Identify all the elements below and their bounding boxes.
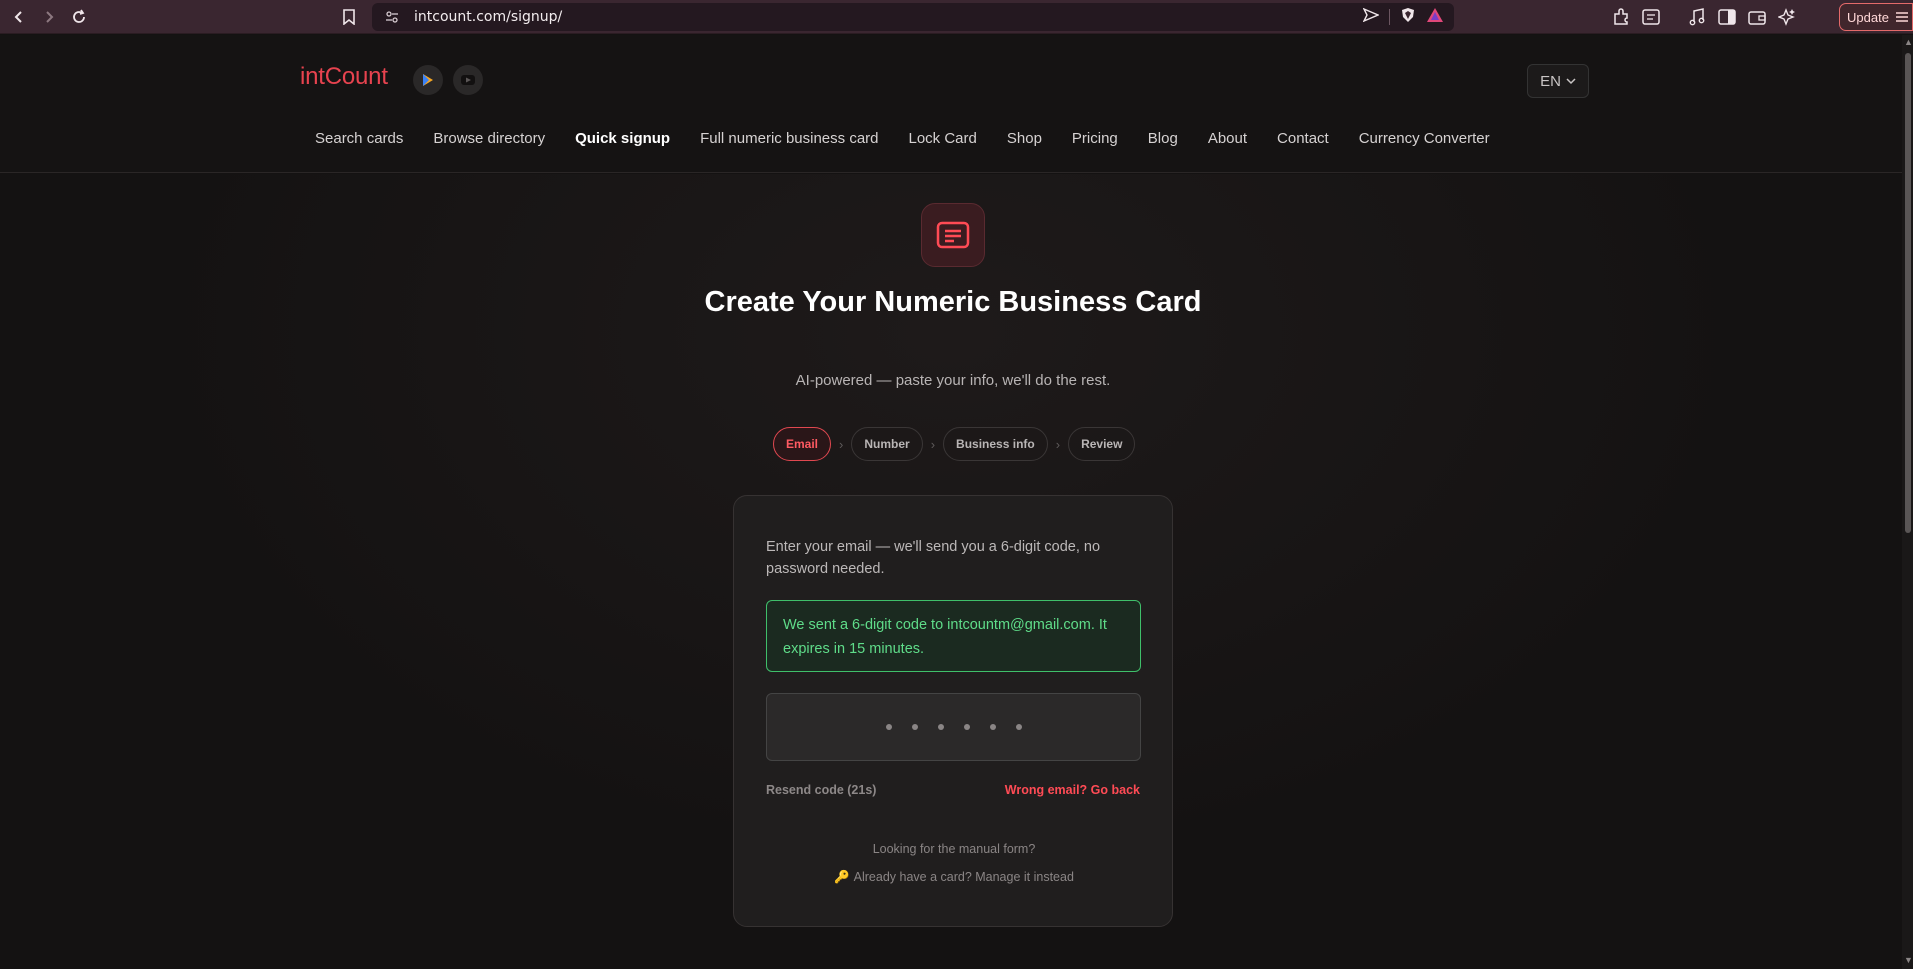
- nav-lock-card[interactable]: Lock Card: [894, 127, 992, 151]
- google-play-icon: [423, 74, 433, 86]
- site-logo[interactable]: intCount: [300, 63, 388, 91]
- step-email: Email: [773, 427, 832, 461]
- nav-currency-converter[interactable]: Currency Converter: [1344, 127, 1505, 151]
- youtube-icon: [461, 75, 475, 85]
- page-title: Create Your Numeric Business Card: [704, 286, 1202, 318]
- step-number: Number: [851, 427, 923, 461]
- signup-card: Enter your email — we'll send you a 6-di…: [733, 495, 1173, 927]
- step-business-info: Business info: [943, 427, 1048, 461]
- main-nav: Search cards Browse directory Quick sign…: [300, 127, 1505, 151]
- ai-assistant-icon[interactable]: [1776, 6, 1798, 28]
- code-sent-notice: We sent a 6-digit code to intcountm@gmai…: [766, 600, 1141, 672]
- back-arrow-icon: [14, 11, 22, 23]
- code-digit-placeholder: [937, 724, 944, 730]
- nav-blog[interactable]: Blog: [1133, 127, 1193, 151]
- reader-icon[interactable]: [1640, 6, 1662, 28]
- youtube-link[interactable]: [453, 65, 483, 95]
- step-chevron-icon: ›: [930, 436, 936, 452]
- nav-pricing[interactable]: Pricing: [1057, 127, 1133, 151]
- nav-full-numeric-card[interactable]: Full numeric business card: [685, 127, 893, 151]
- code-digit-placeholder: [989, 724, 996, 730]
- code-digit-placeholder: [963, 724, 970, 730]
- site-info-icon[interactable]: [378, 10, 406, 24]
- resend-code-button[interactable]: Resend code (21s): [766, 783, 876, 797]
- send-icon[interactable]: [1362, 7, 1380, 27]
- step-chevron-icon: ›: [1055, 436, 1061, 452]
- code-digit-placeholder: [911, 724, 918, 730]
- browser-toolbar: intcount.com/signup/ Update: [0, 0, 1913, 34]
- language-selector[interactable]: EN: [1527, 64, 1589, 98]
- wallet-icon[interactable]: [1746, 6, 1768, 28]
- nav-quick-signup[interactable]: Quick signup: [560, 127, 685, 151]
- site-header: intCount EN Search cards Browse director…: [0, 35, 1902, 173]
- forward-arrow-icon: [46, 11, 54, 23]
- address-bar[interactable]: intcount.com/signup/: [372, 3, 1454, 31]
- nav-search-cards[interactable]: Search cards: [300, 127, 418, 151]
- forward-button[interactable]: [36, 4, 62, 30]
- bookmark-icon: [343, 9, 355, 25]
- manage-card-label: Already have a card? Manage it instead: [853, 870, 1074, 884]
- language-label: EN: [1540, 72, 1561, 90]
- url-text[interactable]: intcount.com/signup/: [414, 9, 1363, 25]
- scroll-down-icon[interactable]: ▼: [1904, 955, 1913, 965]
- go-back-link[interactable]: Wrong email? Go back: [1005, 783, 1140, 797]
- scrollbar-thumb[interactable]: [1905, 53, 1911, 533]
- reload-icon: [73, 9, 85, 23]
- code-digit-placeholder: [885, 724, 892, 730]
- nav-browse-directory[interactable]: Browse directory: [418, 127, 560, 151]
- update-label: Update: [1847, 9, 1889, 25]
- brave-shield-icon[interactable]: [1400, 7, 1416, 28]
- code-digit-placeholder: [1015, 724, 1022, 730]
- nav-contact[interactable]: Contact: [1262, 127, 1344, 151]
- menu-icon: [1895, 12, 1908, 22]
- page-subtitle: AI-powered — paste your info, we'll do t…: [795, 372, 1111, 389]
- sidebar-icon[interactable]: [1716, 6, 1738, 28]
- nav-about[interactable]: About: [1193, 127, 1262, 151]
- back-button[interactable]: [6, 4, 32, 30]
- music-icon[interactable]: [1686, 6, 1708, 28]
- manual-form-link[interactable]: Looking for the manual form?: [734, 842, 1174, 856]
- chevron-down-icon: [1566, 77, 1576, 84]
- signup-page: Create Your Numeric Business Card AI-pow…: [0, 174, 1902, 969]
- email-instructions: Enter your email — we'll send you a 6-di…: [766, 539, 1101, 577]
- scroll-up-icon[interactable]: ▲: [1904, 37, 1913, 47]
- signup-stepper: Email › Number › Business info › Review: [773, 427, 1136, 461]
- verification-code-input[interactable]: [766, 693, 1141, 761]
- bookmark-button[interactable]: [336, 4, 362, 30]
- reload-button[interactable]: [66, 4, 92, 30]
- business-card-icon: [921, 203, 985, 267]
- update-button[interactable]: Update: [1839, 3, 1913, 31]
- divider: [1389, 9, 1390, 25]
- manage-card-link[interactable]: 🔑 Already have a card? Manage it instead: [734, 870, 1174, 885]
- key-icon: 🔑: [834, 870, 850, 884]
- nav-shop[interactable]: Shop: [992, 127, 1057, 151]
- step-chevron-icon: ›: [839, 436, 844, 452]
- google-play-link[interactable]: [413, 65, 443, 95]
- rewards-icon[interactable]: [1426, 7, 1444, 28]
- page-scrollbar[interactable]: ▲ ▼: [1902, 35, 1913, 969]
- step-review: Review: [1068, 427, 1136, 461]
- extensions-icon[interactable]: [1610, 6, 1632, 28]
